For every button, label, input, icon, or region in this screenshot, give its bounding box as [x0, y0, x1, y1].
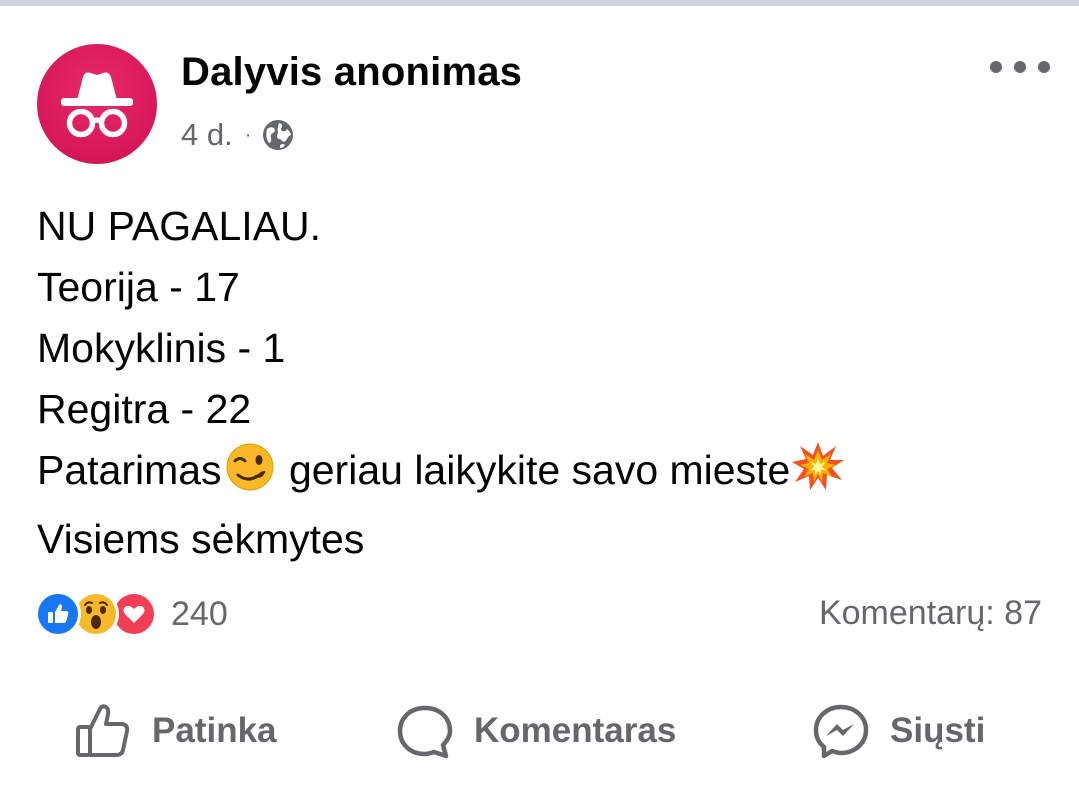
- globe-icon: [261, 118, 295, 152]
- post-line: Visiems sėkmytes: [37, 516, 365, 562]
- post-time[interactable]: 4 d.: [181, 117, 233, 153]
- comment-label: Komentaras: [474, 711, 677, 750]
- post-card: Dalyvis anonimas 4 d. · NU PAGALIAU. Teo…: [0, 6, 1079, 787]
- like-button[interactable]: Patinka: [74, 686, 277, 776]
- advice-label: Patarimas: [37, 447, 222, 493]
- avatar[interactable]: [37, 44, 157, 164]
- collision-emoji: [790, 440, 846, 509]
- comment-count[interactable]: Komentarų: 87: [819, 594, 1042, 633]
- more-options-icon[interactable]: [990, 56, 1050, 78]
- post-line: Regitra - 22: [37, 386, 252, 432]
- action-bar: Patinka Komentaras Siųsti: [0, 686, 1079, 776]
- post-line-advice: Patarimas geriau laikykite savo mieste: [37, 440, 1047, 509]
- post-meta: 4 d. ·: [181, 116, 295, 154]
- meta-separator: ·: [244, 123, 252, 146]
- share-button[interactable]: Siųsti: [812, 686, 985, 776]
- share-label: Siųsti: [890, 711, 986, 750]
- advice-text: geriau laikykite savo mieste: [277, 447, 791, 493]
- post-text: NU PAGALIAU. Teorija - 17 Mokyklinis - 1…: [37, 196, 1047, 570]
- thumbs-up-icon: [76, 704, 130, 757]
- reaction-summary[interactable]: 240: [35, 589, 228, 639]
- post-line: NU PAGALIAU.: [37, 203, 322, 249]
- incognito-icon: [61, 72, 133, 138]
- post-line: Teorija - 17: [37, 264, 240, 310]
- author-name[interactable]: Dalyvis anonimas: [181, 50, 522, 95]
- comment-bubble-icon: [397, 705, 453, 759]
- like-label: Patinka: [152, 711, 277, 750]
- winking-face-emoji: [222, 442, 278, 509]
- like-reaction-icon: [35, 591, 81, 637]
- comment-button[interactable]: Komentaras: [396, 686, 676, 776]
- reaction-count: 240: [171, 594, 228, 633]
- messenger-icon: [813, 704, 869, 759]
- post-line: Mokyklinis - 1: [37, 325, 286, 371]
